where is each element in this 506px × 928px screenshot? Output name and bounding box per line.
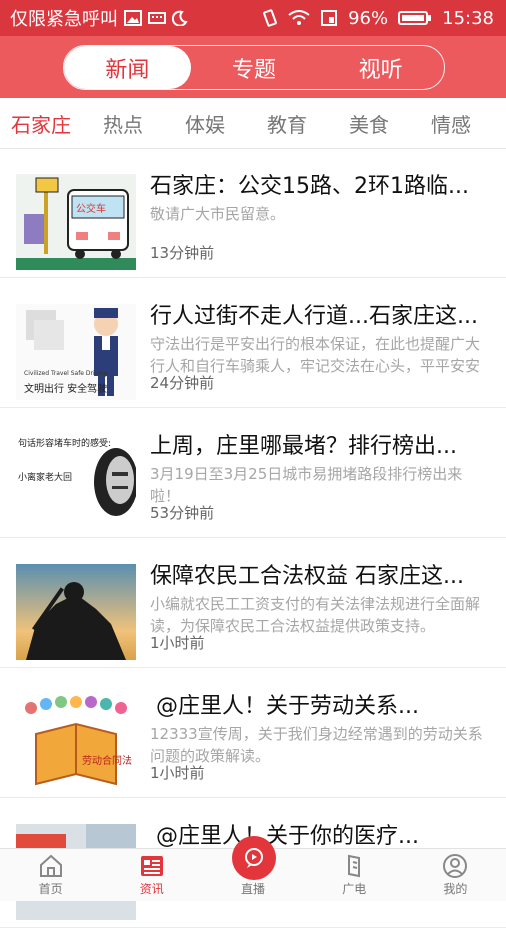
labor-law-book-illustration: [25, 696, 127, 786]
tab-media[interactable]: 视听: [317, 46, 444, 89]
news-item[interactable]: 劳动合同法 @庄里人！关于劳动关系... 12333宣传周，关于我们身边经常遇到…: [0, 668, 506, 798]
category-tabs: 石家庄 热点 体娱 教育 美食 情感: [0, 98, 506, 149]
tab-home[interactable]: 首页: [0, 849, 101, 901]
home-icon: [39, 854, 62, 877]
worker-silhouette-illustration: [26, 582, 126, 660]
tab-me[interactable]: 我的: [405, 849, 506, 901]
news-thumbnail: Civilized Travel Safe Driving 文明出行 安全驾驶: [16, 304, 136, 400]
live-button[interactable]: [232, 836, 276, 880]
radio-icon: [348, 854, 361, 878]
news-title: @庄里人！关于劳动关系...: [156, 694, 419, 719]
battery-percent: 96%: [348, 7, 389, 29]
image-icon: [124, 10, 142, 26]
news-title: 石家庄：公交15路、2环1路临...: [150, 174, 469, 199]
news-title: @庄里人！关于你的医疗...: [156, 824, 419, 849]
category-hot[interactable]: 热点: [82, 109, 164, 138]
section-tabs: 新闻 专题 视听: [63, 45, 445, 90]
thumb-caption: 劳动合同法: [82, 756, 132, 767]
news-thumbnail: 劳动合同法: [16, 694, 136, 790]
news-time: 53分钟前: [150, 504, 215, 522]
battery-icon: [398, 11, 432, 25]
news-time: 1小时前: [150, 764, 205, 782]
news-thumbnail: [16, 564, 136, 660]
category-food[interactable]: 美食: [328, 109, 410, 138]
news-desc: 小编就农民工工资支付的有关法律法规进行全面解读，为保障农民工合法权益提供政策支持…: [150, 595, 481, 635]
news-time: 1小时前: [150, 634, 205, 652]
tab-home-label: 首页: [38, 882, 63, 896]
keyboard-icon: [148, 12, 166, 24]
tab-live-label: 直播: [241, 882, 266, 896]
category-shijiazhuang[interactable]: 石家庄: [0, 109, 82, 138]
category-education[interactable]: 教育: [246, 109, 328, 138]
news-desc: 敬请广大市民留意。: [150, 205, 286, 223]
news-item[interactable]: 句话形容堵车时的感受: 小离家老大回 上周，庄里哪最堵？排行榜出... 3月19…: [0, 408, 506, 538]
clock: 15:38: [442, 7, 494, 29]
category-sports-ent[interactable]: 体娱: [164, 109, 246, 138]
live-icon: [245, 848, 263, 868]
tab-broadcast[interactable]: 广电: [304, 849, 405, 901]
wifi-icon: [288, 10, 310, 25]
category-emotion[interactable]: 情感: [410, 109, 492, 138]
status-bar: 仅限紧急呼叫 96% 15:38: [0, 0, 506, 36]
user-icon: [443, 854, 468, 878]
news-desc: 3月19日至3月25日城市易拥堵路段排行榜出来啦！: [150, 465, 463, 505]
tab-info[interactable]: 资讯: [101, 849, 202, 901]
news-item[interactable]: Civilized Travel Safe Driving 文明出行 安全驾驶 …: [0, 278, 506, 408]
news-desc: 守法出行是平安出行的根本保证，在此也提醒广大行人和自行车骑乘人，牢记交法在心头，…: [150, 335, 481, 375]
news-desc: 12333宣传周，关于我们身边经常遇到的劳动关系问题的政策解读。: [150, 725, 483, 765]
news-icon: [140, 856, 163, 876]
tab-broadcast-label: 广电: [342, 882, 367, 896]
moon-icon: [172, 10, 188, 26]
news-item[interactable]: 保障农民工合法权益 石家庄这... 小编就农民工工资支付的有关法律法规进行全面解…: [0, 538, 506, 668]
carrier-text: 仅限紧急呼叫: [10, 9, 118, 30]
tab-news[interactable]: 新闻: [64, 46, 191, 89]
thumb-caption: 句话形容堵车时的感受:: [18, 439, 112, 449]
news-title: 上周，庄里哪最堵？排行榜出...: [150, 434, 457, 459]
thumb-subcaption: 小离家老大回: [18, 473, 73, 483]
thumb-caption: 文明出行 安全驾驶: [24, 384, 108, 395]
news-time: 13分钟前: [150, 244, 215, 262]
news-time: 24分钟前: [150, 374, 215, 392]
news-list: 公交车 石家庄：公交15路、2环1路临... 敬请广大市民留意。 13分钟前 C…: [0, 148, 506, 928]
thumb-subcaption: Civilized Travel Safe Driving: [24, 370, 108, 377]
news-item[interactable]: 公交车 石家庄：公交15路、2环1路临... 敬请广大市民留意。 13分钟前: [0, 148, 506, 278]
thumb-caption: 公交车: [76, 204, 106, 215]
news-title: 行人过街不走人行道...石家庄这...: [150, 304, 478, 329]
tab-topics[interactable]: 专题: [191, 46, 318, 89]
tab-info-label: 资讯: [139, 882, 164, 896]
news-thumbnail: 公交车: [16, 174, 136, 270]
sim-icon: [321, 10, 338, 26]
tab-me-label: 我的: [443, 882, 468, 896]
news-title: 保障农民工合法权益 石家庄这...: [150, 564, 464, 589]
bus-stop-illustration: [16, 177, 136, 270]
news-thumbnail: 句话形容堵车时的感受: 小离家老大回: [16, 434, 136, 530]
vibrate-icon: [263, 9, 277, 27]
